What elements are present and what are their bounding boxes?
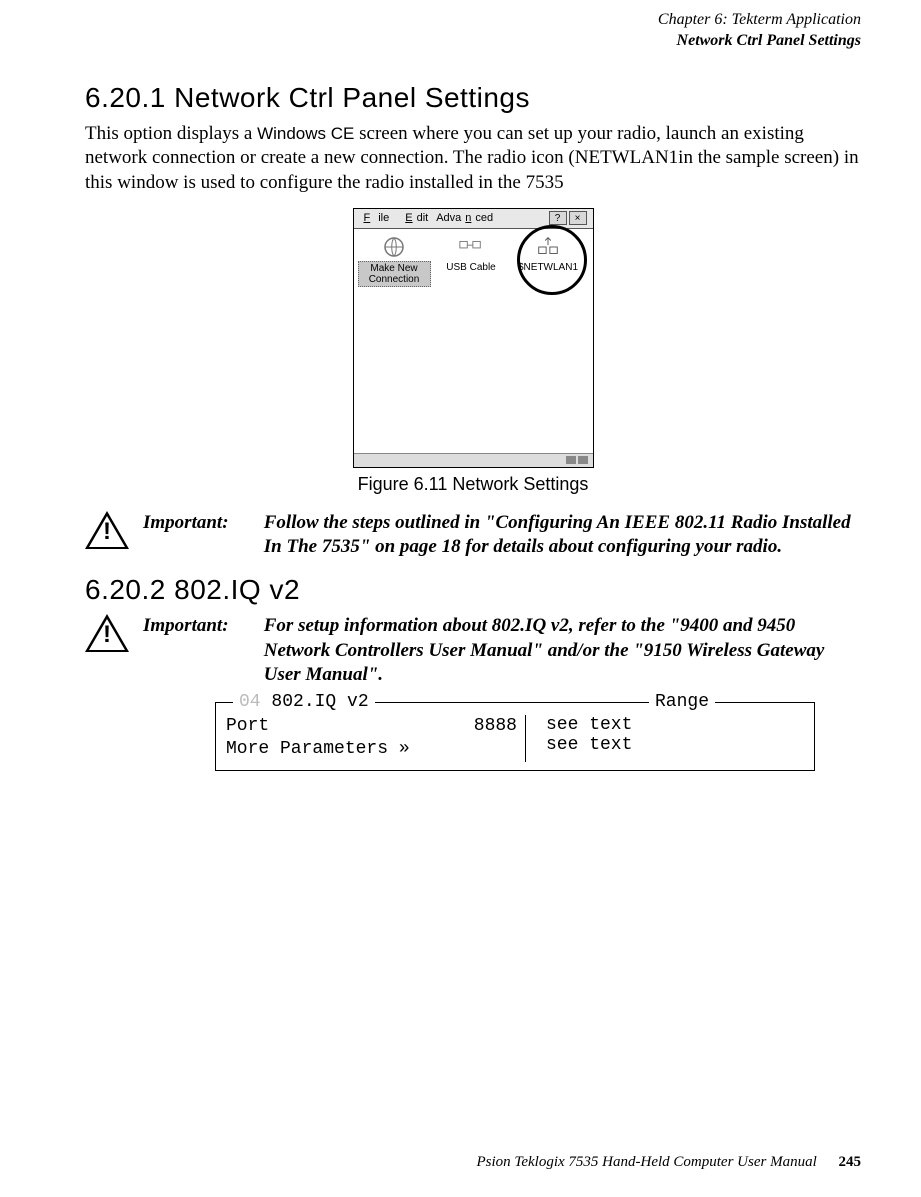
computers-icon [435,233,508,261]
params-col-left: Port 8888 More Parameters » [226,715,526,762]
section-line: Network Ctrl Panel Settings [85,31,861,52]
make-new-label: Make New Connection [358,261,431,287]
windows-ce-text: Windows CE [257,124,354,143]
icon-netwlan1[interactable]: $NETWLAN1 [512,233,585,287]
menu-advanced[interactable]: Advanced [432,212,497,224]
important-label: Important: [143,511,259,536]
warning-icon: ! [85,511,129,551]
network-settings-screenshot: File Edit Advanced ? × Make New Connecti… [353,208,594,468]
page-footer: Psion Teklogix 7535 Hand-Held Computer U… [476,1154,861,1171]
usb-label: USB Cable [435,261,508,274]
params-legend-range: Range [649,692,715,712]
param-label: More Parameters » [226,738,410,761]
radio-antenna-icon [512,233,585,261]
netwlan-label: $NETWLAN1 [512,261,585,274]
important-1-text: Important: Follow the steps outlined in … [143,511,861,560]
important-block-2: ! Important: For setup information about… [85,614,861,688]
icon-usb-cable[interactable]: USB Cable [435,233,508,287]
param-range: see text [546,715,632,735]
screenshot-statusbar [354,453,593,467]
screenshot-menubar: File Edit Advanced ? × [354,209,593,229]
params-legend-title: 802.IQ v2 [271,692,368,712]
page-number: 245 [839,1154,862,1170]
page-header: Chapter 6: Tekterm Application Network C… [85,10,861,52]
params-legend-left: 04 802.IQ v2 [233,692,375,712]
help-button[interactable]: ? [549,211,567,225]
menubar-right: ? × [545,211,591,225]
param-row: Port 8888 [226,715,517,738]
globe-icon [358,233,431,261]
important-label: Important: [143,614,259,639]
menu-file[interactable]: File [356,212,398,224]
close-button[interactable]: × [569,211,587,225]
section-heading-2: 6.20.2 802.IQ v2 [85,574,861,606]
screenshot-wrap: File Edit Advanced ? × Make New Connecti… [85,208,861,468]
param-value: 8888 [474,715,517,738]
important-block-1: ! Important: Follow the steps outlined i… [85,511,861,560]
important-body: For setup information about 802.IQ v2, r… [264,614,858,688]
figure-caption: Figure 6.11 Network Settings [85,474,861,495]
section-heading-1: 6.20.1 Network Ctrl Panel Settings [85,82,861,114]
params-legend-num: 04 [239,692,261,712]
icon-make-new-connection[interactable]: Make New Connection [358,233,431,287]
tray-icon [578,456,588,464]
chapter-line: Chapter 6: Tekterm Application [85,10,861,31]
params-col-right: see text see text [526,715,632,762]
param-row: More Parameters » [226,738,517,761]
body-pre: This option displays a [85,123,257,144]
param-range: see text [546,735,632,755]
important-2-text: Important: For setup information about 8… [143,614,861,688]
params-box: 04 802.IQ v2 Range Port 8888 More Parame… [215,702,815,771]
param-label: Port [226,715,269,738]
footer-text: Psion Teklogix 7535 Hand-Held Computer U… [476,1154,816,1170]
tray-icon [566,456,576,464]
menu-edit[interactable]: Edit [397,212,432,224]
screenshot-icons-row: Make New Connection USB Cable $NETWLAN1 [354,229,593,291]
section-1-body: This option displays a Windows CE screen… [85,122,861,196]
params-frame: Port 8888 More Parameters » see text see… [215,702,815,771]
important-body: Follow the steps outlined in "Configurin… [264,511,858,560]
warning-icon: ! [85,614,129,654]
